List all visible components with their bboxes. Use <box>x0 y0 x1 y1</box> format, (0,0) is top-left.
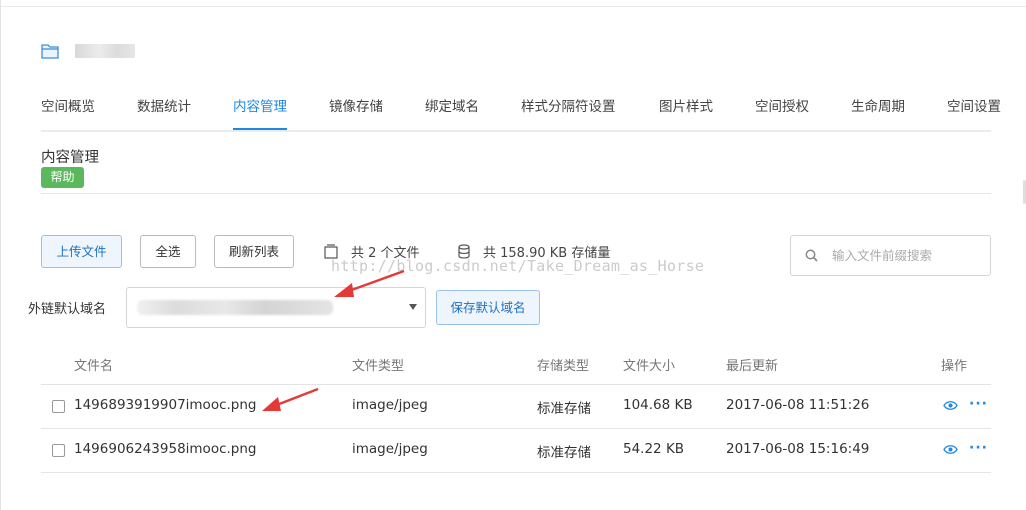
file-size: 104.68 KB <box>623 397 693 413</box>
tab-bind-domain[interactable]: 绑定域名 <box>425 95 479 130</box>
folder-icon <box>41 43 59 59</box>
tab-style-separator[interactable]: 样式分隔符设置 <box>521 95 616 130</box>
search-input[interactable] <box>832 248 982 263</box>
window-top-border <box>0 6 1026 7</box>
file-size: 54.22 KB <box>623 441 685 457</box>
column-header-actions: 操作 <box>941 359 968 374</box>
tab-mirror-storage[interactable]: 镜像存储 <box>329 95 383 130</box>
tab-space-auth[interactable]: 空间授权 <box>755 95 809 130</box>
column-header-size[interactable]: 文件大小 <box>623 355 675 374</box>
tab-lifecycle[interactable]: 生命周期 <box>851 95 905 130</box>
tab-statistics[interactable]: 数据统计 <box>137 95 191 130</box>
tab-space-settings[interactable]: 空间设置 <box>947 95 1001 130</box>
default-domain-label: 外链默认域名 <box>28 302 107 317</box>
column-header-name[interactable]: 文件名 <box>74 355 113 374</box>
eye-icon[interactable] <box>943 400 958 415</box>
annotation-arrow-domain <box>334 269 405 297</box>
section-title: 内容管理 <box>41 150 99 166</box>
caret-down-icon <box>409 304 417 310</box>
more-icon[interactable]: ··· <box>969 440 988 456</box>
file-table: 文件名 文件类型 存储类型 文件大小 最后更新 操作 1496893919907… <box>41 340 991 473</box>
save-default-domain-button[interactable]: 保存默认域名 <box>436 290 540 325</box>
bucket-header: bucket <box>41 40 135 62</box>
row-checkbox[interactable] <box>52 400 65 413</box>
tab-content-management[interactable]: 内容管理 <box>233 95 287 130</box>
row-checkbox[interactable] <box>52 444 65 457</box>
table-header: 文件名 文件类型 存储类型 文件大小 最后更新 操作 <box>41 340 991 385</box>
column-header-storage[interactable]: 存储类型 <box>537 355 589 374</box>
tab-bar: 空间概览 数据统计 内容管理 镜像存储 绑定域名 样式分隔符设置 图片样式 空间… <box>41 90 1001 132</box>
tab-image-style[interactable]: 图片样式 <box>659 95 713 130</box>
eye-icon[interactable] <box>943 444 958 459</box>
default-domain-value <box>137 300 333 315</box>
file-type: image/jpeg <box>352 441 428 457</box>
window-left-border <box>0 0 1 510</box>
file-type: image/jpeg <box>352 397 428 413</box>
last-updated: 2017-06-08 11:51:26 <box>726 397 870 413</box>
last-updated: 2017-06-08 15:16:49 <box>726 441 870 457</box>
file-name[interactable]: 1496893919907imooc.png <box>74 397 257 413</box>
column-header-type[interactable]: 文件类型 <box>352 355 404 374</box>
file-name[interactable]: 1496906243958imooc.png <box>74 441 257 457</box>
select-all-button[interactable]: 全选 <box>140 235 196 268</box>
bucket-name: bucket <box>75 44 135 58</box>
search-icon <box>805 249 818 262</box>
storage-type: 标准存储 <box>537 401 591 417</box>
more-icon[interactable]: ··· <box>969 396 988 412</box>
column-header-updated[interactable]: 最后更新 <box>726 355 778 374</box>
table-row[interactable]: 1496893919907imooc.png image/jpeg 标准存储 1… <box>41 385 991 429</box>
search-box <box>790 235 991 276</box>
refresh-list-button[interactable]: 刷新列表 <box>214 235 294 268</box>
section-divider <box>41 193 991 194</box>
storage-type: 标准存储 <box>537 445 591 461</box>
help-button[interactable]: 帮助 <box>41 167 84 188</box>
upload-file-button[interactable]: 上传文件 <box>41 235 122 268</box>
table-row[interactable]: 1496906243958imooc.png image/jpeg 标准存储 5… <box>41 429 991 473</box>
tab-overview[interactable]: 空间概览 <box>41 95 95 130</box>
annotation-arrow-file <box>262 387 319 411</box>
